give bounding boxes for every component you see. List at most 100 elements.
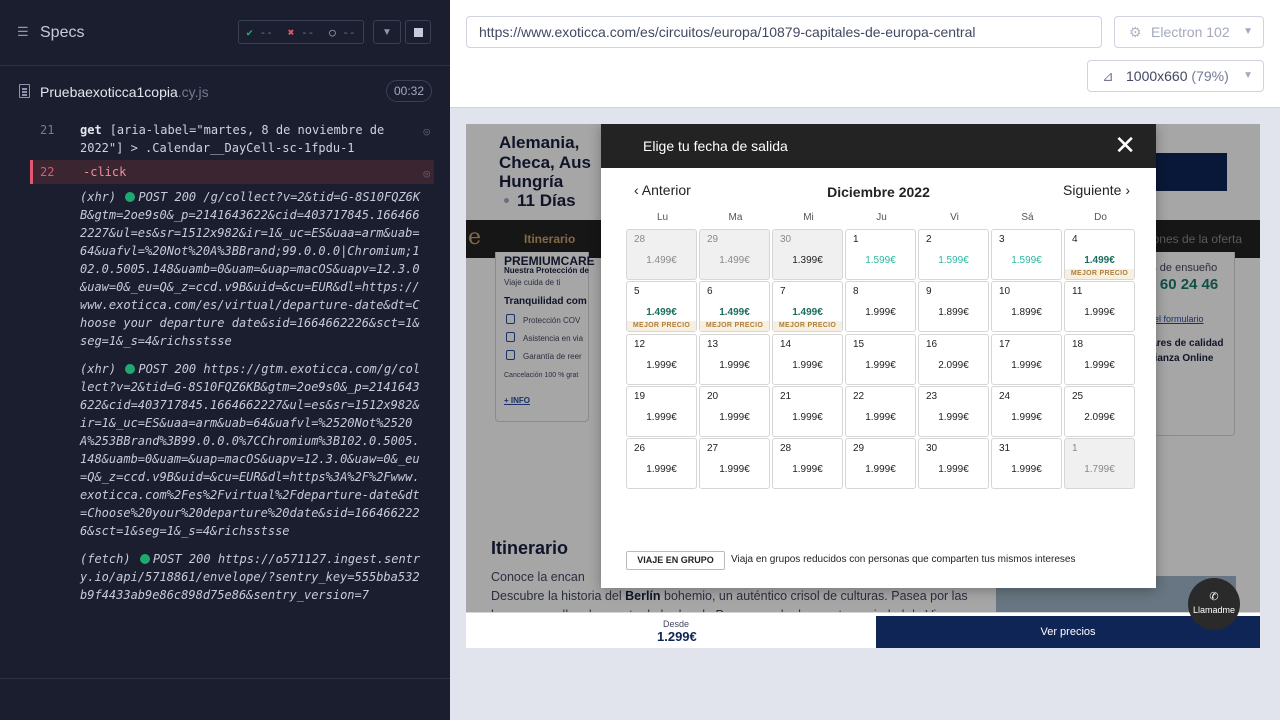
- best-price-badge: MEJOR PRECIO: [627, 321, 696, 332]
- pending-stat: ○ --: [329, 25, 356, 39]
- day-price: 1.999€: [938, 464, 969, 476]
- command-row[interactable]: 21 get [aria-label="martes, 8 de noviembr…: [30, 118, 434, 160]
- day-price: 1.999€: [646, 359, 677, 371]
- spec-file-row[interactable]: Pruebaexoticca1copia.cy.js 00:32: [0, 76, 450, 108]
- day-price: 1.999€: [792, 359, 823, 371]
- day-number: 4: [1072, 234, 1078, 245]
- day-price: 1.599€: [865, 255, 896, 266]
- call-me-button[interactable]: ✆ Llamadme: [1188, 578, 1240, 630]
- specs-label[interactable]: Specs: [40, 24, 84, 42]
- calendar-day[interactable]: 30 1.999€: [918, 438, 989, 490]
- group-travel-text: Viaja en grupos reducidos con personas q…: [731, 554, 1076, 565]
- stop-icon: [413, 27, 423, 37]
- close-icon[interactable]: ✕: [1114, 132, 1136, 158]
- day-number: 10: [999, 286, 1011, 298]
- calendar-day[interactable]: 14 1.999€: [772, 333, 843, 385]
- day-number: 12: [634, 338, 646, 350]
- calendar-day[interactable]: 5 1.499€ MEJOR PRECIO: [626, 281, 697, 333]
- chevron-right-icon: ›: [1121, 182, 1130, 198]
- day-price: 1.999€: [1084, 359, 1115, 371]
- calendar-day[interactable]: 26 1.999€: [626, 438, 697, 490]
- stop-button[interactable]: [405, 20, 431, 44]
- day-price: 1.499€: [1084, 255, 1115, 266]
- calendar-day[interactable]: 31 1.999€: [991, 438, 1062, 490]
- calendar-day[interactable]: 3 1.599€: [991, 229, 1062, 280]
- day-number: 1: [1072, 443, 1078, 455]
- day-price: 1.999€: [1011, 464, 1042, 476]
- calendar-day[interactable]: 29 1.999€: [845, 438, 916, 490]
- day-price: 1.899€: [938, 307, 969, 319]
- day-number: 13: [707, 338, 719, 350]
- reporter-header: ☰ Specs ✔ -- ✖ -- ○ -- ▼: [0, 0, 450, 66]
- calendar-day[interactable]: 27 1.999€: [699, 438, 770, 490]
- calendar-day[interactable]: 20 1.999€: [699, 385, 770, 437]
- divider: [0, 678, 450, 679]
- command-row-active[interactable]: 22 -click ◎: [30, 160, 434, 184]
- eye-slash-icon[interactable]: ◎: [423, 123, 430, 141]
- calendar-day[interactable]: 1 1.599€: [845, 229, 916, 280]
- price-value: 1.299€: [657, 629, 697, 644]
- weekday-label: Vi: [950, 212, 959, 223]
- calendar-day[interactable]: 24 1.999€: [991, 385, 1062, 437]
- viewport-size[interactable]: ⊿ 1000x660 (79%) ▼: [1087, 60, 1264, 92]
- spec-file-name[interactable]: Pruebaexoticca1copia.cy.js: [40, 84, 209, 100]
- calendar-day: 28 1.499€: [626, 229, 697, 280]
- failed-stat: ✖ --: [287, 25, 315, 39]
- calendar-day[interactable]: 8 1.999€: [845, 281, 916, 333]
- day-number: 28: [780, 443, 792, 455]
- price-bar: Desde 1.299€ Ver precios: [466, 612, 1260, 648]
- calendar-day[interactable]: 13 1.999€: [699, 333, 770, 385]
- calendar-day[interactable]: 22 1.999€: [845, 385, 916, 437]
- spec-duration: 00:32: [386, 80, 432, 102]
- weekday-label: Sá: [1021, 212, 1034, 223]
- calendar-day[interactable]: 7 1.499€ MEJOR PRECIO: [772, 281, 843, 333]
- eye-slash-icon[interactable]: ◎: [423, 165, 430, 183]
- day-price: 1.599€: [938, 255, 969, 266]
- day-price: 2.099€: [938, 359, 969, 371]
- day-number: 18: [1072, 338, 1084, 350]
- weekday-label: Ju: [876, 212, 887, 223]
- calendar-day[interactable]: 10 1.899€: [991, 281, 1062, 333]
- xhr-log-entry[interactable]: (xhr) POST 200 /g/collect?v=2&tid=G-8S10…: [30, 184, 434, 356]
- date-picker-modal: Elige tu fecha de salida ✕ ‹ Anterior Di…: [601, 124, 1156, 588]
- calendar-day[interactable]: 25 2.099€: [1064, 385, 1135, 437]
- calendar-day[interactable]: 6 1.499€ MEJOR PRECIO: [699, 281, 770, 333]
- browser-selector[interactable]: ⚙ Electron 102 ▼: [1114, 16, 1264, 48]
- calendar-day[interactable]: 2 1.599€: [918, 229, 989, 280]
- day-price: 1.999€: [792, 411, 823, 423]
- browser-toolbar: https://www.exoticca.com/es/circuitos/eu…: [450, 0, 1280, 108]
- spinner-icon: ○: [329, 25, 336, 39]
- best-price-badge: MEJOR PRECIO: [773, 321, 842, 332]
- calendar-day[interactable]: 19 1.999€: [626, 385, 697, 437]
- fetch-log-entry[interactable]: (fetch) POST 200 https://o571127.ingest.…: [30, 546, 434, 610]
- calendar-day[interactable]: 23 1.999€: [918, 385, 989, 437]
- status-dot-icon: [125, 192, 136, 202]
- calendar-day[interactable]: 11 1.999€: [1064, 281, 1135, 333]
- day-price: 1.499€: [646, 307, 677, 319]
- command-log[interactable]: 21 get [aria-label="martes, 8 de noviembr…: [30, 118, 434, 666]
- url-bar[interactable]: https://www.exoticca.com/es/circuitos/eu…: [466, 16, 1102, 48]
- calendar-day[interactable]: 12 1.999€: [626, 333, 697, 385]
- calendar-day[interactable]: 21 1.999€: [772, 385, 843, 437]
- day-number: 31: [999, 443, 1011, 455]
- calendar-day[interactable]: 17 1.999€: [991, 333, 1062, 385]
- calendar-day[interactable]: 9 1.899€: [918, 281, 989, 333]
- day-number: 23: [926, 390, 938, 402]
- best-price-badge: MEJOR PRECIO: [700, 321, 769, 332]
- calendar-day[interactable]: 4 1.499€ MEJOR PRECIO: [1064, 229, 1135, 280]
- calendar-day[interactable]: 18 1.999€: [1064, 333, 1135, 385]
- specs-list-icon[interactable]: ☰: [17, 25, 31, 38]
- weekday-label: Mi: [803, 212, 814, 223]
- day-price: 1.499€: [646, 255, 677, 266]
- group-travel-button[interactable]: VIAJE EN GRUPO: [626, 551, 725, 570]
- calendar-day[interactable]: 16 2.099€: [918, 333, 989, 385]
- day-number: 26: [634, 443, 646, 455]
- day-price: 1.999€: [865, 359, 896, 371]
- next-month-button[interactable]: Siguiente ›: [1063, 182, 1130, 198]
- calendar-day[interactable]: 28 1.999€: [772, 438, 843, 490]
- collapse-button[interactable]: ▼: [373, 20, 401, 44]
- calendar-day[interactable]: 15 1.999€: [845, 333, 916, 385]
- day-price: 1.799€: [1084, 464, 1115, 476]
- xhr-log-entry[interactable]: (xhr) POST 200 https://gtm.exoticca.com/…: [30, 356, 434, 546]
- day-price: 2.099€: [1084, 411, 1115, 423]
